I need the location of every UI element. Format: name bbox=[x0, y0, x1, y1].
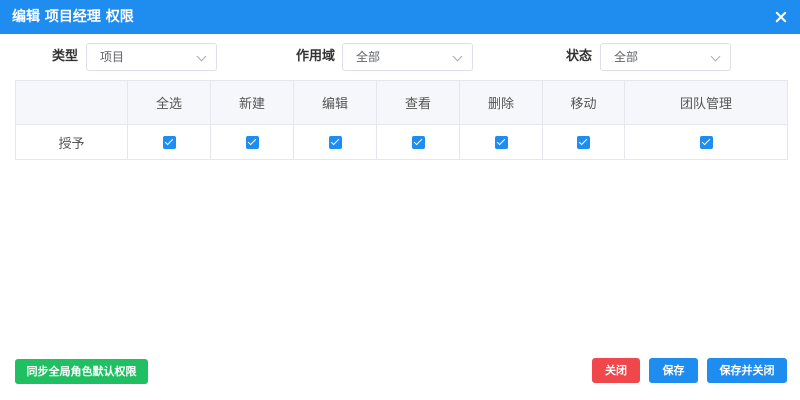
type-select-value: 项目 bbox=[100, 50, 125, 64]
column-header-edit: 编辑 bbox=[293, 80, 377, 125]
status-filter-label: 状态 bbox=[566, 49, 593, 64]
create-checkbox[interactable] bbox=[245, 135, 259, 149]
scope-filter-label: 作用域 bbox=[296, 49, 336, 64]
delete-checkbox[interactable] bbox=[494, 135, 508, 149]
move-checkbox[interactable] bbox=[577, 135, 590, 149]
close-icon[interactable] bbox=[773, 9, 789, 25]
dialog-title: 编辑 项目经理 权限 bbox=[12, 9, 134, 25]
team-management-checkbox[interactable] bbox=[699, 135, 713, 149]
edit-checkbox[interactable] bbox=[328, 135, 342, 149]
select-all-checkbox[interactable] bbox=[162, 135, 176, 149]
edit-permissions-dialog: 编辑 项目经理 权限 类型 项目 作用域 全部 状态 全部 全选 新建 编辑 查… bbox=[0, 0, 800, 400]
permissions-table: 全选 新建 编辑 查看 删除 移动 团队管理 授予 bbox=[15, 80, 788, 160]
table-header-row: 全选 新建 编辑 查看 删除 移动 团队管理 bbox=[15, 80, 788, 125]
save-button[interactable]: 保存 bbox=[649, 358, 698, 383]
chevron-down-icon bbox=[452, 51, 463, 62]
dialog-title-bar: 编辑 项目经理 权限 bbox=[0, 0, 800, 34]
column-header-view: 查看 bbox=[376, 80, 460, 125]
scope-select-value: 全部 bbox=[356, 50, 381, 64]
view-checkbox[interactable] bbox=[411, 135, 425, 149]
column-header-select-all: 全选 bbox=[127, 80, 211, 125]
column-header-empty bbox=[15, 80, 128, 125]
column-header-team-management: 团队管理 bbox=[624, 80, 788, 125]
status-select-value: 全部 bbox=[614, 50, 639, 64]
column-header-delete: 删除 bbox=[459, 80, 543, 125]
chevron-down-icon bbox=[196, 51, 207, 62]
row-label-grant: 授予 bbox=[15, 124, 128, 160]
column-header-create: 新建 bbox=[210, 80, 294, 125]
chevron-down-icon bbox=[710, 51, 721, 62]
column-header-move: 移动 bbox=[542, 80, 625, 125]
scope-select[interactable]: 全部 bbox=[342, 43, 473, 71]
close-button[interactable]: 关闭 bbox=[592, 358, 640, 383]
save-and-close-button[interactable]: 保存并关闭 bbox=[707, 358, 787, 383]
sync-default-permissions-button[interactable]: 同步全局角色默认权限 bbox=[15, 359, 148, 384]
type-select[interactable]: 项目 bbox=[86, 43, 217, 71]
status-select[interactable]: 全部 bbox=[600, 43, 731, 71]
table-row: 授予 bbox=[15, 124, 788, 160]
type-filter-label: 类型 bbox=[52, 49, 79, 64]
